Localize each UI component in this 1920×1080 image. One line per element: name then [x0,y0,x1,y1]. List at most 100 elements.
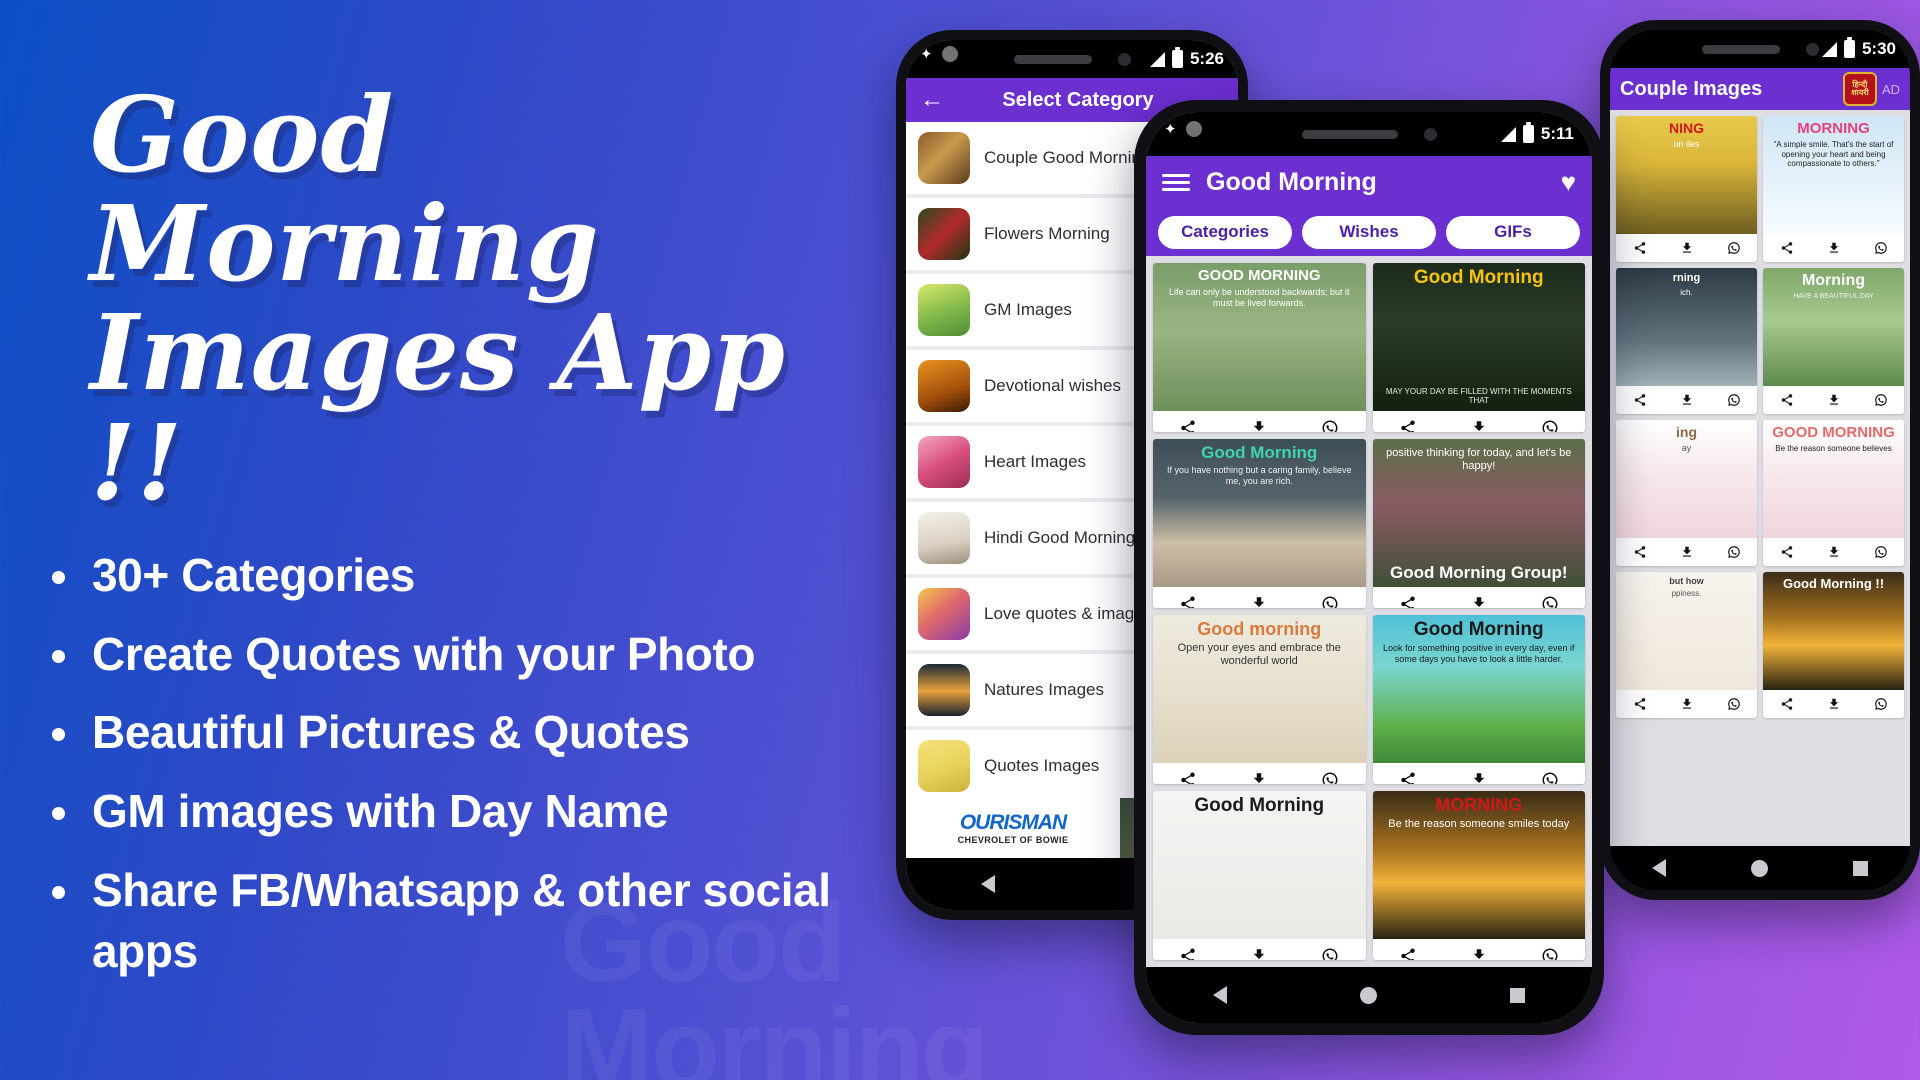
image-card[interactable]: rning ich. [1616,268,1757,414]
whatsapp-icon[interactable] [1541,419,1559,432]
download-icon[interactable] [1680,697,1694,711]
card-action-bar[interactable] [1616,690,1757,718]
card-action-bar[interactable] [1763,386,1904,414]
download-icon[interactable] [1250,419,1268,432]
tab-wishes[interactable]: Wishes [1302,215,1436,249]
card-action-bar[interactable] [1616,234,1757,262]
share-icon[interactable] [1399,595,1417,608]
whatsapp-icon[interactable] [1321,595,1339,608]
whatsapp-icon[interactable] [1321,947,1339,960]
ad-badge[interactable]: हिन्दी शायरी AD [1842,72,1900,106]
image-card[interactable]: Good Morning MAY YOUR DAY BE FILLED WITH … [1372,263,1585,432]
download-icon[interactable] [1470,771,1488,784]
card-action-bar[interactable] [1763,690,1904,718]
image-card[interactable]: MORNING "A simple smile. That's the start… [1763,116,1904,262]
download-icon[interactable] [1680,241,1694,255]
whatsapp-icon[interactable] [1727,241,1741,255]
share-icon[interactable] [1179,595,1197,608]
share-icon[interactable] [1633,697,1647,711]
nav-home-icon[interactable] [1359,986,1377,1004]
nav-back-icon[interactable] [1652,859,1667,877]
tab-categories[interactable]: Categories [1158,215,1292,249]
card-action-bar[interactable] [1372,763,1585,784]
card-action-bar[interactable] [1616,538,1757,566]
heart-icon[interactable]: ♥ [1561,167,1576,198]
card-action-bar[interactable] [1763,538,1904,566]
card-action-bar[interactable] [1616,386,1757,414]
nav-recents-icon[interactable] [1510,987,1526,1003]
hamburger-menu-icon[interactable] [1162,173,1190,191]
share-icon[interactable] [1780,393,1794,407]
card-action-bar[interactable] [1153,411,1366,432]
card-action-bar[interactable] [1372,411,1585,432]
tab-gifs[interactable]: GIFs [1446,215,1580,249]
card-action-bar[interactable] [1763,234,1904,262]
share-icon[interactable] [1633,241,1647,255]
share-icon[interactable] [1179,947,1197,960]
download-icon[interactable] [1827,545,1841,559]
share-icon[interactable] [1780,545,1794,559]
share-icon[interactable] [1633,393,1647,407]
share-icon[interactable] [1399,419,1417,432]
card-action-bar[interactable] [1153,939,1366,960]
nav-home-icon[interactable] [1750,859,1768,877]
nav-back-icon[interactable] [981,875,996,893]
download-icon[interactable] [1827,393,1841,407]
download-icon[interactable] [1250,947,1268,960]
whatsapp-icon[interactable] [1541,947,1559,960]
image-card[interactable]: Good Morning Look for something positive … [1372,615,1585,784]
download-icon[interactable] [1827,241,1841,255]
whatsapp-icon[interactable] [1321,419,1339,432]
download-icon[interactable] [1827,697,1841,711]
whatsapp-icon[interactable] [1874,697,1888,711]
whatsapp-icon[interactable] [1874,241,1888,255]
image-card[interactable]: Good morning Open your eyes and embrace t… [1153,615,1366,784]
download-icon[interactable] [1680,545,1694,559]
nav-back-icon[interactable] [1212,986,1227,1004]
image-card[interactable]: NING on iles [1616,116,1757,262]
card-action-bar[interactable] [1372,587,1585,608]
card-artwork: Morning HAVE A BEAUTIFUL DAY [1763,268,1904,386]
whatsapp-icon[interactable] [1727,697,1741,711]
image-card[interactable]: MORNING Be the reason someone smiles toda… [1372,791,1585,960]
image-grid-right[interactable]: NING on iles MORNING "A simple smile. That'… [1610,110,1910,846]
whatsapp-icon[interactable] [1727,545,1741,559]
whatsapp-icon[interactable] [1874,393,1888,407]
image-card[interactable]: Good Morning [1153,791,1366,960]
share-icon[interactable] [1780,241,1794,255]
whatsapp-icon[interactable] [1874,545,1888,559]
image-card[interactable]: positive thinking for today, and let's b… [1372,439,1585,608]
whatsapp-icon[interactable] [1541,771,1559,784]
nav-recents-icon[interactable] [1852,860,1868,876]
share-icon[interactable] [1780,697,1794,711]
download-icon[interactable] [1470,419,1488,432]
star-icon: ✦ [1164,120,1177,138]
download-icon[interactable] [1680,393,1694,407]
download-icon[interactable] [1470,595,1488,608]
card-action-bar[interactable] [1153,763,1366,784]
hindi-shayari-ad-icon[interactable]: हिन्दी शायरी [1842,72,1877,106]
card-action-bar[interactable] [1372,939,1585,960]
image-card[interactable]: GOOD MORNING Be the reason someone believ… [1763,420,1904,566]
card-action-bar[interactable] [1153,587,1366,608]
whatsapp-icon[interactable] [1727,393,1741,407]
image-card[interactable]: ing ay [1616,420,1757,566]
share-icon[interactable] [1633,545,1647,559]
share-icon[interactable] [1179,771,1197,784]
share-icon[interactable] [1399,947,1417,960]
image-card[interactable]: Morning HAVE A BEAUTIFUL DAY [1763,268,1904,414]
image-grid-center[interactable]: GOOD MORNING Life can only be understood … [1146,256,1592,967]
download-icon[interactable] [1470,947,1488,960]
image-card[interactable]: but how ppiness. [1616,572,1757,718]
share-icon[interactable] [1179,419,1197,432]
share-icon[interactable] [1399,771,1417,784]
whatsapp-icon[interactable] [1321,771,1339,784]
whatsapp-icon[interactable] [1541,595,1559,608]
image-card[interactable]: GOOD MORNING Life can only be understood … [1153,263,1366,432]
image-card[interactable]: Good Morning If you have nothing but a ca… [1153,439,1366,608]
download-icon[interactable] [1250,771,1268,784]
card-quote: HAVE A BEAUTIFUL DAY [1793,292,1874,300]
download-icon[interactable] [1250,595,1268,608]
image-card[interactable]: Good Morning !! [1763,572,1904,718]
tab-bar[interactable]: Categories Wishes GIFs [1146,208,1592,256]
